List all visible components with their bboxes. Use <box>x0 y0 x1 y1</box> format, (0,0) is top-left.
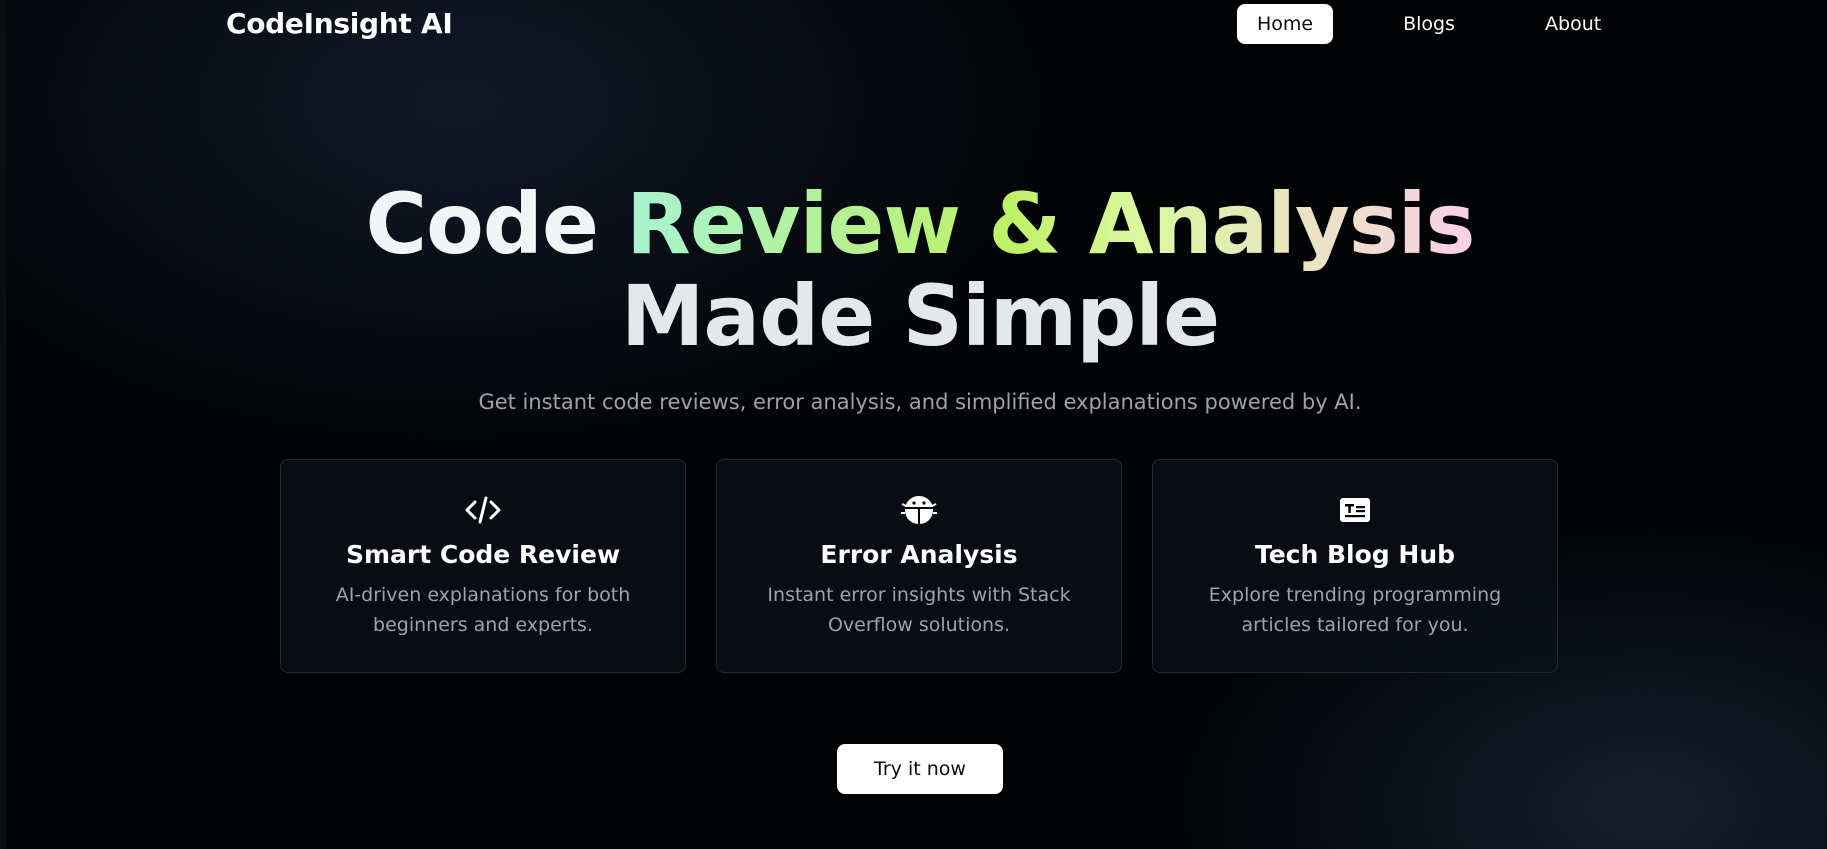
card-description: Explore trending programming articles ta… <box>1208 584 1502 636</box>
feature-card-code-review: Smart Code Review AI-driven explanations… <box>280 459 686 673</box>
newspaper-icon <box>1340 498 1370 522</box>
hero-title: Code Review & Analysis Made Simple <box>0 178 1827 362</box>
hero-title-gradient: Review & Analysis <box>626 175 1475 273</box>
feature-card-tech-blog: Tech Blog Hub Explore trending programmi… <box>1152 459 1558 673</box>
card-title: Error Analysis <box>820 540 1018 569</box>
nav-home[interactable]: Home <box>1237 4 1334 44</box>
bug-icon <box>901 496 937 524</box>
main-nav: Home Blogs About <box>1237 4 1601 44</box>
nav-blogs[interactable]: Blogs <box>1403 4 1455 44</box>
feature-card-error-analysis: Error Analysis Instant error insights wi… <box>716 459 1122 673</box>
hero-title-plain: Code <box>365 175 598 273</box>
card-description: Instant error insights with Stack Overfl… <box>767 584 1071 636</box>
feature-cards: Smart Code Review AI-driven explanations… <box>280 459 1558 673</box>
window-edge <box>0 0 6 849</box>
card-title: Tech Blog Hub <box>1254 540 1456 569</box>
code-icon <box>465 496 501 524</box>
try-it-now-button[interactable]: Try it now <box>837 744 1003 794</box>
hero-title-line2: Made Simple <box>620 267 1220 365</box>
brand-logo[interactable]: CodeInsight AI <box>226 4 453 44</box>
card-title: Smart Code Review <box>345 540 621 569</box>
hero-subtitle: Get instant code reviews, error analysis… <box>478 390 1362 414</box>
card-description: AI-driven explanations for both beginner… <box>335 584 631 636</box>
nav-about[interactable]: About <box>1545 4 1601 44</box>
